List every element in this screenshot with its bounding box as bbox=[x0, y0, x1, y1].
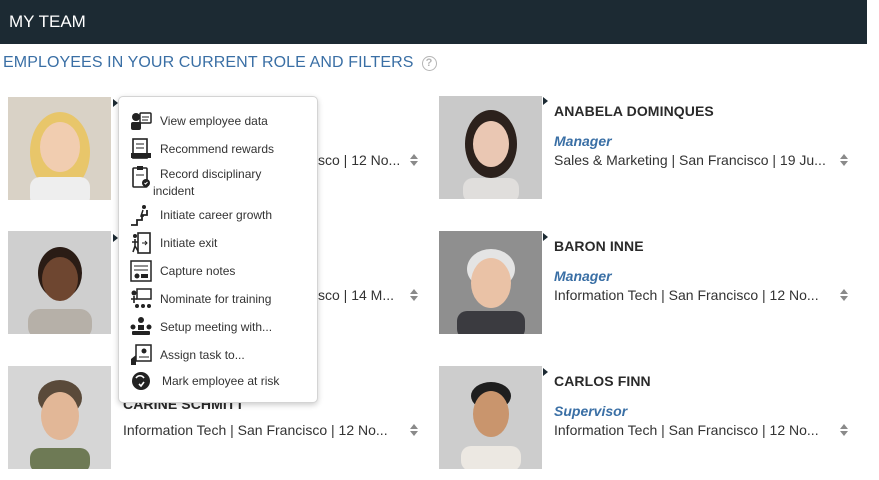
card-menu-caret[interactable] bbox=[543, 368, 548, 376]
training-icon bbox=[129, 287, 153, 311]
employee-meta: sco | 12 No... bbox=[318, 152, 401, 168]
page-title: MY TEAM bbox=[9, 12, 86, 31]
menu-item-initiate-career-growth[interactable]: Initiate career growth bbox=[129, 203, 315, 229]
menu-item-initiate-exit[interactable]: Initiate exit bbox=[129, 231, 315, 257]
disciplinary-icon bbox=[129, 165, 153, 189]
menu-item-view-employee-data[interactable]: View employee data bbox=[129, 109, 315, 135]
menu-item-setup-meeting[interactable]: Setup meeting with... bbox=[129, 315, 315, 341]
employee-avatar-icon bbox=[439, 231, 542, 334]
employee-avatar-icon bbox=[8, 97, 111, 200]
section-title: EMPLOYEES IN YOUR CURRENT ROLE AND FILTE… bbox=[3, 54, 437, 72]
employee-name[interactable]: CARLOS FINN bbox=[554, 373, 651, 389]
employee-photo[interactable] bbox=[8, 231, 111, 334]
rewards-icon bbox=[129, 137, 153, 161]
meeting-icon bbox=[129, 315, 153, 339]
employee-avatar-icon bbox=[439, 96, 542, 199]
question-circle-icon[interactable]: ? bbox=[421, 56, 437, 71]
sort-stepper[interactable] bbox=[409, 288, 419, 302]
menu-item-record-disciplinary-incident[interactable]: Record disciplinary incident bbox=[129, 165, 315, 201]
employee-photo[interactable] bbox=[439, 96, 542, 199]
employee-role: Supervisor bbox=[554, 403, 628, 419]
employee-avatar-icon bbox=[8, 231, 111, 334]
sort-stepper[interactable] bbox=[839, 288, 849, 302]
employee-photo[interactable] bbox=[8, 97, 111, 200]
career-growth-icon bbox=[129, 203, 153, 227]
employee-context-menu: View employee data Recommend rewards Rec… bbox=[118, 96, 318, 403]
sort-stepper[interactable] bbox=[839, 153, 849, 167]
sort-stepper[interactable] bbox=[839, 423, 849, 437]
menu-item-assign-task[interactable]: Assign task to... bbox=[129, 343, 315, 369]
menu-item-capture-notes[interactable]: Capture notes bbox=[129, 259, 315, 285]
employee-name[interactable]: BARON INNE bbox=[554, 238, 644, 254]
assign-task-icon bbox=[129, 343, 153, 367]
menu-item-recommend-rewards[interactable]: Recommend rewards bbox=[129, 137, 315, 163]
employee-photo[interactable] bbox=[439, 366, 542, 469]
menu-item-nominate-for-training[interactable]: Nominate for training bbox=[129, 287, 315, 313]
employee-data-icon bbox=[129, 109, 153, 133]
menu-item-mark-at-risk[interactable]: Mark employee at risk bbox=[129, 369, 315, 395]
notes-icon bbox=[129, 259, 153, 283]
employee-meta: Sales & Marketing | San Francisco | 19 J… bbox=[554, 152, 826, 168]
card-menu-caret[interactable] bbox=[543, 97, 548, 105]
employee-name[interactable]: ANABELA DOMINQUES bbox=[554, 103, 714, 119]
employee-avatar-icon bbox=[8, 366, 111, 469]
page-header: MY TEAM bbox=[0, 0, 867, 44]
sort-stepper[interactable] bbox=[409, 153, 419, 167]
sort-stepper[interactable] bbox=[409, 423, 419, 437]
employee-meta: Information Tech | San Francisco | 12 No… bbox=[554, 287, 819, 303]
employee-role: Manager bbox=[554, 133, 612, 149]
card-menu-caret[interactable] bbox=[543, 233, 548, 241]
employee-meta: sco | 14 M... bbox=[318, 287, 394, 303]
employee-meta: Information Tech | San Francisco | 12 No… bbox=[554, 422, 819, 438]
risk-icon bbox=[129, 369, 153, 393]
employee-avatar-icon bbox=[439, 366, 542, 469]
employee-photo[interactable] bbox=[439, 231, 542, 334]
employee-meta: Information Tech | San Francisco | 12 No… bbox=[123, 422, 388, 438]
exit-icon bbox=[129, 231, 153, 255]
employee-role: Manager bbox=[554, 268, 612, 284]
employee-photo[interactable] bbox=[8, 366, 111, 469]
